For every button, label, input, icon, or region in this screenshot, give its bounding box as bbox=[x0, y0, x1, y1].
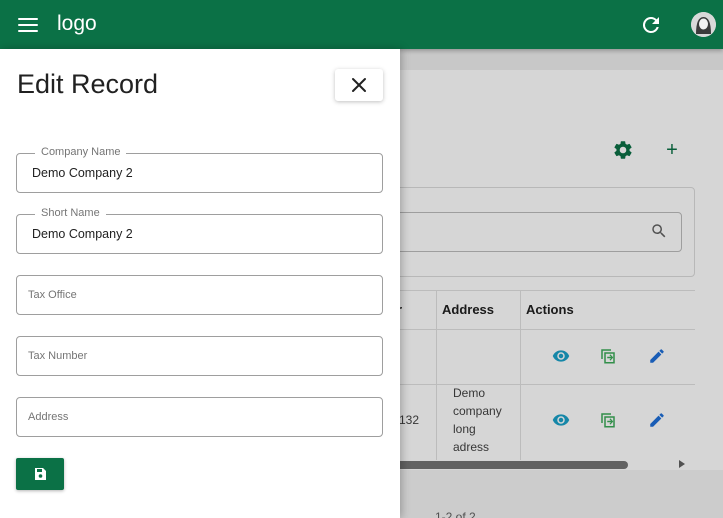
tax-number-field[interactable]: Tax Number bbox=[16, 336, 383, 376]
field-value: Demo Company 2 bbox=[32, 166, 133, 180]
close-icon bbox=[352, 78, 366, 92]
field-placeholder: Address bbox=[28, 411, 69, 423]
close-button[interactable] bbox=[335, 69, 383, 101]
save-icon bbox=[35, 468, 46, 480]
logo: logo bbox=[57, 12, 97, 35]
field-label: Company Name bbox=[35, 146, 127, 158]
company-name-field[interactable]: Company Name Demo Company 2 bbox=[16, 146, 383, 193]
user-avatar-icon[interactable] bbox=[691, 12, 716, 37]
edit-drawer: Edit Record Company Name Demo Company 2 … bbox=[0, 49, 400, 518]
address-field[interactable]: Address bbox=[16, 397, 383, 437]
drawer-title: Edit Record bbox=[17, 69, 159, 99]
refresh-icon[interactable] bbox=[639, 13, 663, 37]
field-placeholder: Tax Number bbox=[28, 350, 88, 362]
menu-icon[interactable] bbox=[18, 16, 40, 34]
field-placeholder: Tax Office bbox=[28, 289, 77, 301]
tax-office-field[interactable]: Tax Office bbox=[16, 275, 383, 315]
short-name-field[interactable]: Short Name Demo Company 2 bbox=[16, 207, 383, 254]
save-button[interactable] bbox=[16, 458, 64, 490]
field-label: Short Name bbox=[35, 207, 106, 219]
app-bar: logo bbox=[0, 0, 723, 49]
field-value: Demo Company 2 bbox=[32, 227, 133, 241]
